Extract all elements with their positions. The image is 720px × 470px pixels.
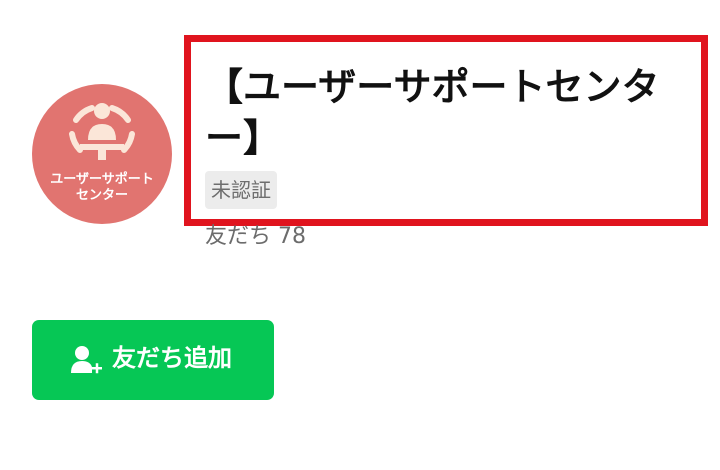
add-user-icon	[71, 346, 102, 374]
avatar-label-line1: ユーザーサポート	[50, 172, 154, 187]
add-friend-label: 友だち追加	[112, 345, 232, 372]
add-friend-button[interactable]: 友だち追加	[32, 320, 274, 400]
verification-badge: 未認証	[205, 171, 277, 209]
account-name: 【ユーザーサポートセンター】	[205, 65, 660, 160]
avatar: ユーザーサポート センター	[32, 84, 172, 224]
avatar-label-line2: センター	[75, 188, 128, 203]
friend-count: 友だち 78	[205, 224, 306, 249]
